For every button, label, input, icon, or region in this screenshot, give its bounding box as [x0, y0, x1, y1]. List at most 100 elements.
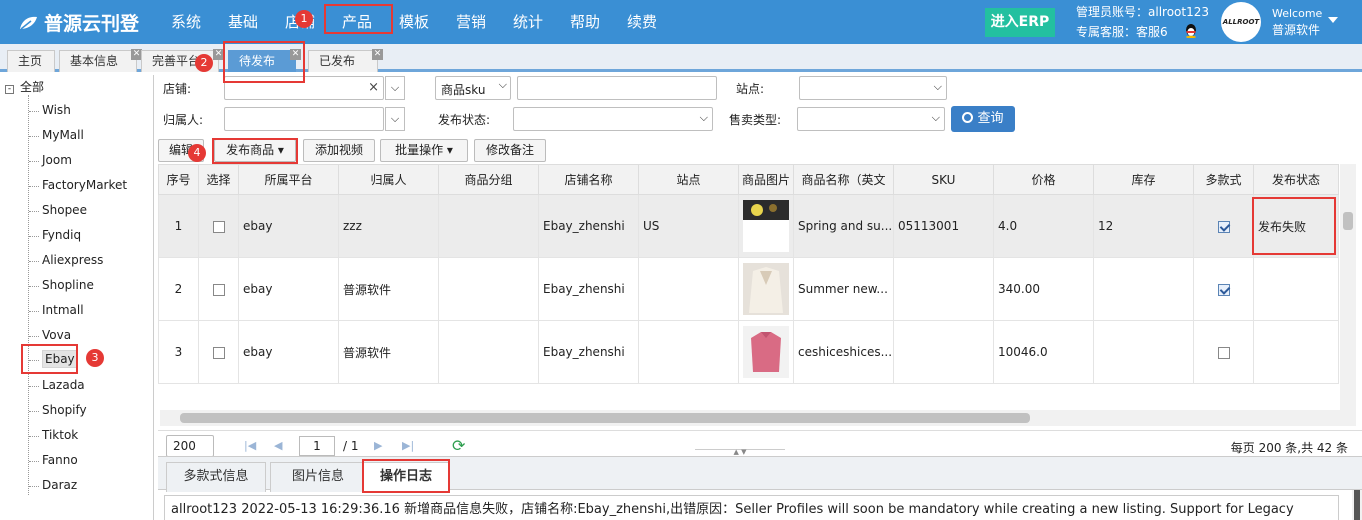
table-row[interactable]: 2 ebay 普源软件 Ebay_zhenshi Summer new... 3…: [158, 257, 1339, 321]
col-header-no[interactable]: 序号: [158, 164, 199, 195]
tab-operation-log[interactable]: 操作日志: [363, 462, 449, 492]
site-select[interactable]: ⌵: [799, 76, 947, 100]
grid-vertical-scrollbar[interactable]: [1340, 164, 1356, 426]
tree-item-vova[interactable]: Vova: [29, 328, 71, 342]
tree-item-aliexpress[interactable]: Aliexpress: [29, 253, 103, 267]
nav-marketing[interactable]: 营销: [456, 11, 486, 32]
enter-erp-button[interactable]: 进入ERP: [985, 8, 1055, 37]
first-page-icon[interactable]: |◀: [244, 439, 256, 452]
col-header-group[interactable]: 商品分组: [438, 164, 539, 195]
close-icon[interactable]: ✕: [372, 49, 383, 60]
tree-item-intmall[interactable]: Intmall: [29, 303, 84, 317]
last-page-icon[interactable]: ▶|: [402, 439, 414, 452]
prev-page-icon[interactable]: ◀: [274, 439, 282, 452]
app-logo[interactable]: 普源云刊登: [18, 9, 139, 36]
close-icon[interactable]: ✕: [213, 49, 224, 60]
nav-template[interactable]: 模板: [399, 11, 429, 32]
owner-select[interactable]: [224, 107, 384, 131]
add-video-button[interactable]: 添加视频: [303, 139, 375, 162]
col-header-status[interactable]: 发布状态: [1253, 164, 1339, 195]
tree-item-tiktok[interactable]: Tiktok: [29, 428, 78, 442]
page-input[interactable]: 1: [299, 436, 335, 456]
splitter-handle[interactable]: ▲ ▼: [695, 449, 785, 456]
publish-product-label: 发布商品: [226, 143, 275, 157]
col-header-site[interactable]: 站点: [638, 164, 739, 195]
nav-statistics[interactable]: 统计: [513, 11, 543, 32]
qq-icon[interactable]: [1184, 23, 1198, 39]
query-button[interactable]: 查询: [951, 106, 1015, 132]
page-size-select[interactable]: 200: [166, 435, 214, 457]
product-thumbnail[interactable]: [743, 263, 789, 315]
nav-help[interactable]: 帮助: [570, 11, 600, 32]
owner-label: 归属人:: [163, 113, 204, 127]
sku-input[interactable]: [517, 76, 717, 100]
col-header-select[interactable]: 选择: [198, 164, 239, 195]
tree-item-mymall[interactable]: MyMall: [29, 128, 84, 142]
tree-item-daraz[interactable]: Daraz: [29, 478, 77, 492]
col-header-stock[interactable]: 库存: [1093, 164, 1194, 195]
refresh-icon[interactable]: ⟳: [452, 436, 465, 455]
modify-note-button[interactable]: 修改备注: [474, 139, 546, 162]
next-page-icon[interactable]: ▶: [374, 439, 382, 452]
col-header-multi[interactable]: 多款式: [1193, 164, 1254, 195]
tree-item-label: Shopline: [42, 278, 94, 292]
publish-status-select[interactable]: ⌵: [513, 107, 713, 131]
nav-renew[interactable]: 续费: [627, 11, 657, 32]
tree-item-fanno[interactable]: Fanno: [29, 453, 78, 467]
tree-item-factorymarket[interactable]: FactoryMarket: [29, 178, 128, 192]
tab-multi-style-info[interactable]: 多款式信息: [166, 462, 266, 492]
customer-service-text: 专属客服：客服6: [1076, 25, 1168, 39]
tab-home[interactable]: 主页: [7, 50, 55, 72]
tree-item-lazada[interactable]: Lazada: [29, 378, 85, 392]
tab-label: 基本信息: [70, 54, 119, 68]
tree-item-fyndiq[interactable]: Fyndiq: [29, 228, 81, 242]
product-thumbnail[interactable]: [743, 326, 789, 378]
col-header-price[interactable]: 价格: [993, 164, 1094, 195]
row-checkbox[interactable]: [212, 346, 225, 359]
tree-item-label: FactoryMarket: [42, 178, 128, 192]
nav-system[interactable]: 系统: [171, 11, 201, 32]
table-row[interactable]: 3 ebay 普源软件 Ebay_zhenshi ceshiceshices..…: [158, 320, 1339, 384]
log-scrollbar[interactable]: [1352, 490, 1362, 520]
tree-item-shopify[interactable]: Shopify: [29, 403, 87, 417]
col-header-name[interactable]: 商品名称（英文: [793, 164, 894, 195]
batch-operation-button[interactable]: 批量操作 ▾: [380, 139, 468, 162]
cell-name: Summer new...: [793, 257, 894, 321]
col-header-owner[interactable]: 归属人: [338, 164, 439, 195]
avatar-text: ALLROOT: [1222, 18, 1260, 26]
tree-item-label: MyMall: [42, 128, 84, 142]
tab-image-info[interactable]: 图片信息: [270, 462, 366, 492]
col-header-image[interactable]: 商品图片: [738, 164, 794, 195]
tree-item-ebay[interactable]: Ebay: [29, 350, 78, 368]
row-checkbox[interactable]: [212, 283, 225, 296]
chevron-down-icon[interactable]: ⌵: [385, 76, 405, 100]
tree-item-wish[interactable]: Wish: [29, 103, 71, 117]
sku-type-select[interactable]: 商品sku ⌵: [435, 76, 511, 100]
tree-item-shopline[interactable]: Shopline: [29, 278, 94, 292]
grid-horizontal-scrollbar[interactable]: [160, 410, 1340, 426]
col-header-sku[interactable]: SKU: [893, 164, 994, 195]
sale-type-select[interactable]: ⌵: [797, 107, 945, 131]
chevron-down-icon[interactable]: [1328, 17, 1338, 23]
shop-select[interactable]: ×: [224, 76, 384, 100]
collapse-icon[interactable]: -: [5, 85, 14, 94]
chevron-down-icon[interactable]: ⌵: [385, 107, 405, 131]
tree-root[interactable]: - 全部: [5, 78, 44, 95]
col-header-platform[interactable]: 所属平台: [238, 164, 339, 195]
row-checkbox[interactable]: [212, 220, 225, 233]
nav-basic[interactable]: 基础: [228, 11, 258, 32]
publish-product-button[interactable]: 发布商品 ▾: [214, 139, 296, 162]
close-icon[interactable]: ✕: [290, 49, 301, 60]
col-header-shop[interactable]: 店铺名称: [538, 164, 639, 195]
tree-item-joom[interactable]: Joom: [29, 153, 72, 167]
tree-item-shopee[interactable]: Shopee: [29, 203, 87, 217]
product-thumbnail[interactable]: [743, 200, 789, 252]
cell-shop: Ebay_zhenshi: [538, 257, 639, 321]
tab-pending-publish[interactable]: 待发布 ✕: [228, 49, 301, 72]
tab-published[interactable]: 已发布 ✕: [308, 49, 383, 72]
table-row[interactable]: 1 ebay zzz Ebay_zhenshi US Spring and su…: [158, 194, 1339, 258]
nav-product[interactable]: 产品: [342, 11, 372, 32]
avatar[interactable]: ALLROOT: [1221, 2, 1261, 42]
clear-icon[interactable]: ×: [368, 80, 379, 95]
tab-basic-info[interactable]: 基本信息 ✕: [59, 49, 142, 72]
